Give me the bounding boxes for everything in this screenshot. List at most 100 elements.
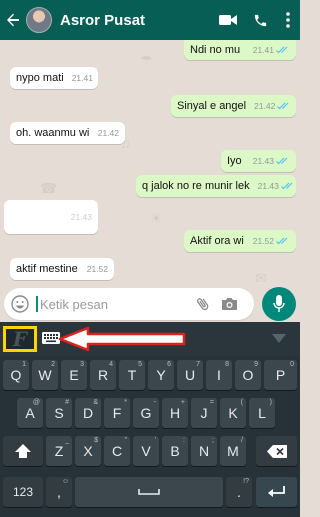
read-ticks-icon bbox=[276, 46, 290, 54]
camera-icon[interactable] bbox=[216, 288, 242, 320]
message-text: Sinyal e angel bbox=[177, 100, 247, 112]
chat-area[interactable]: ✿ ☂ ♫ ☀ ☎ ✉ Ndi no mu 21.41 nypo mati 21… bbox=[0, 40, 300, 285]
message-time: 21.41 bbox=[71, 73, 93, 83]
key-l[interactable]: L) bbox=[249, 398, 275, 428]
key-w[interactable]: W2 bbox=[32, 360, 58, 390]
key-e[interactable]: E3 bbox=[61, 360, 87, 390]
key-u[interactable]: U7 bbox=[177, 360, 203, 390]
phone-icon[interactable] bbox=[244, 0, 276, 40]
key-hint: 9 bbox=[254, 361, 258, 368]
key-label: , bbox=[57, 484, 61, 500]
space-icon bbox=[138, 489, 160, 495]
message-bubble-outgoing[interactable]: Ndi no mu 21.41 bbox=[184, 40, 296, 60]
key-label: . bbox=[237, 484, 241, 500]
key-hint: 7 bbox=[196, 361, 200, 368]
key-hint: = bbox=[209, 399, 214, 406]
key-hint: ' bbox=[154, 437, 156, 444]
message-bubble-incoming[interactable]: oh. waanmu wi 21.42 bbox=[10, 122, 125, 144]
comma-key[interactable]: , ☺ bbox=[46, 477, 72, 507]
key-g[interactable]: G- bbox=[133, 398, 159, 428]
attach-icon[interactable] bbox=[190, 288, 216, 320]
key-s[interactable]: S # bbox=[46, 398, 72, 428]
key-hint: 3 bbox=[80, 361, 84, 368]
message-text: q jalok no re munir lek bbox=[142, 180, 250, 192]
compose-box bbox=[4, 288, 254, 320]
key-j[interactable]: J = bbox=[191, 398, 217, 428]
key-label: Y bbox=[156, 367, 166, 383]
message-time: 21.42 bbox=[254, 101, 276, 111]
enter-key[interactable] bbox=[256, 477, 297, 507]
key-label: X bbox=[83, 443, 93, 459]
key-label: K bbox=[228, 405, 238, 421]
key-r[interactable]: R4 bbox=[90, 360, 116, 390]
key-f[interactable]: F * bbox=[104, 398, 130, 428]
key-label: U bbox=[184, 367, 196, 383]
key-label: 123 bbox=[12, 485, 34, 499]
key-x[interactable]: X $ bbox=[75, 436, 101, 466]
fancy-font-button[interactable]: F bbox=[3, 326, 37, 352]
key-hint: 0 bbox=[290, 361, 294, 368]
contact-name[interactable]: Asror Pusat bbox=[60, 12, 212, 29]
key-hint: 8 bbox=[225, 361, 229, 368]
key-p[interactable]: P0 bbox=[264, 360, 297, 390]
wallpaper-doodle: ✉ bbox=[255, 270, 267, 285]
key-a[interactable]: A @ bbox=[17, 398, 43, 428]
message-bubble-incoming[interactable]: aktif mestine 21.52 bbox=[10, 258, 114, 280]
key-y[interactable]: Y6 bbox=[148, 360, 174, 390]
key-c[interactable]: C " bbox=[104, 436, 130, 466]
key-n[interactable]: N; bbox=[191, 436, 217, 466]
key-o[interactable]: O9 bbox=[235, 360, 261, 390]
key-t[interactable]: T5 bbox=[119, 360, 145, 390]
message-bubble-outgoing[interactable]: Aktif ora wi 21.52 bbox=[184, 230, 296, 252]
mic-button[interactable] bbox=[262, 287, 296, 321]
message-time: 21.52 bbox=[252, 236, 274, 246]
key-label: D bbox=[82, 405, 94, 421]
annotation-arrow bbox=[58, 326, 186, 352]
hide-keyboard-icon[interactable] bbox=[272, 334, 286, 343]
key-label: G bbox=[140, 405, 152, 421]
message-bubble-outgoing[interactable]: Sinyal e angel 21.42 bbox=[171, 95, 296, 117]
message-text: Aktif ora wi bbox=[190, 235, 244, 247]
key-hint: ; bbox=[212, 437, 214, 444]
key-hint: & bbox=[93, 399, 98, 406]
period-key[interactable]: .!? bbox=[226, 477, 252, 507]
key-hint: " bbox=[124, 437, 128, 444]
space-key[interactable] bbox=[75, 477, 223, 507]
key-label: C bbox=[111, 443, 123, 459]
enter-icon bbox=[267, 485, 285, 497]
key-z[interactable]: Z _ bbox=[46, 436, 72, 466]
back-arrow-icon[interactable] bbox=[2, 0, 24, 40]
message-bubble-outgoing[interactable]: Iyo 21.43 bbox=[221, 150, 296, 172]
video-call-icon[interactable] bbox=[212, 0, 244, 40]
key-hint: !? bbox=[243, 478, 249, 485]
message-time: 21.42 bbox=[97, 128, 119, 138]
more-vert-icon[interactable] bbox=[276, 0, 300, 40]
shift-key[interactable] bbox=[3, 436, 43, 466]
message-bubble-incoming[interactable]: nypo mati 21.41 bbox=[10, 67, 98, 89]
key-d[interactable]: D & bbox=[75, 398, 101, 428]
message-bubble-incoming-redacted[interactable]: 21.43 bbox=[4, 200, 98, 234]
key-q[interactable]: Q1 bbox=[3, 360, 29, 390]
message-text: nypo mati bbox=[16, 72, 64, 84]
key-hint: 2 bbox=[51, 361, 55, 368]
key-hint: ( bbox=[240, 399, 243, 406]
key-h[interactable]: H + bbox=[162, 398, 188, 428]
message-input[interactable] bbox=[40, 296, 190, 312]
mic-icon bbox=[273, 295, 285, 312]
chat-header: Asror Pusat bbox=[0, 0, 300, 40]
message-bubble-outgoing[interactable]: q jalok no re munir lek 21.43 bbox=[136, 175, 296, 197]
key-label: J bbox=[200, 405, 208, 421]
key-i[interactable]: I8 bbox=[206, 360, 232, 390]
emoji-icon[interactable] bbox=[6, 288, 34, 320]
key-v[interactable]: V ' bbox=[133, 436, 159, 466]
key-b[interactable]: B: bbox=[162, 436, 188, 466]
key-k[interactable]: K( bbox=[220, 398, 246, 428]
backspace-key[interactable] bbox=[256, 436, 297, 466]
key-label: A bbox=[25, 405, 35, 421]
key-hint: 1 bbox=[22, 361, 26, 368]
avatar[interactable] bbox=[26, 7, 52, 33]
numbers-key[interactable]: 123 bbox=[3, 477, 43, 507]
key-label: P bbox=[275, 367, 286, 383]
key-m[interactable]: M / bbox=[220, 436, 246, 466]
key-hint: / bbox=[241, 437, 243, 444]
